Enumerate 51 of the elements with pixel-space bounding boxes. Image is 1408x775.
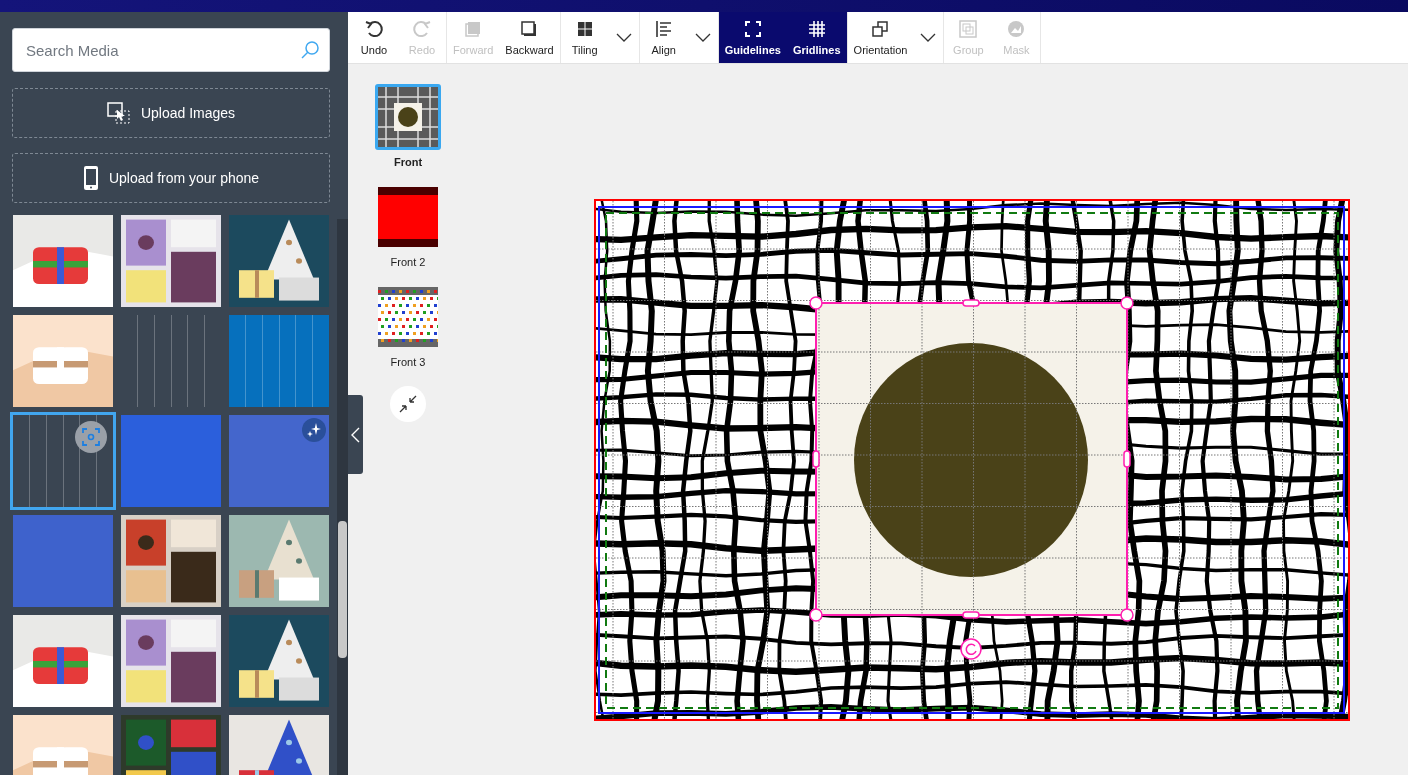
scan-button[interactable] — [75, 421, 107, 453]
resize-handle[interactable] — [812, 450, 820, 468]
resize-handle[interactable] — [962, 611, 980, 619]
resize-handle[interactable] — [1120, 296, 1134, 310]
collapse-panel-button[interactable] — [348, 395, 363, 474]
scan-icon — [82, 428, 100, 446]
resize-handle[interactable] — [1123, 450, 1131, 468]
sparkle-button[interactable] — [302, 418, 326, 442]
resize-handle[interactable] — [809, 608, 823, 622]
arrows-inward-icon — [398, 394, 418, 414]
page-thumbnail[interactable]: Front — [375, 84, 441, 168]
toolbar-button[interactable]: Guidelines — [718, 12, 787, 63]
undo-icon — [364, 19, 384, 39]
resize-handle[interactable] — [809, 296, 823, 310]
toolbar-button[interactable]: Gridlines — [786, 12, 847, 63]
grid-icon — [806, 19, 827, 39]
page-preview — [375, 84, 441, 150]
search-field[interactable]: Search Media — [12, 28, 330, 72]
toolbar-button[interactable]: Orientation — [847, 12, 914, 63]
image-upload-icon — [106, 102, 131, 124]
circle-shape[interactable] — [854, 343, 1088, 577]
media-tile[interactable] — [13, 515, 113, 607]
toolbar-button[interactable]: Align — [639, 12, 688, 63]
mask-icon — [1006, 19, 1027, 39]
redo-icon — [412, 19, 432, 39]
media-tile[interactable] — [121, 415, 221, 507]
phone-icon — [82, 165, 99, 191]
scrollbar-thumb[interactable] — [338, 521, 347, 658]
media-tile[interactable] — [229, 315, 329, 407]
page-thumbnail[interactable]: Front 2 — [375, 184, 441, 268]
toolbar-button[interactable]: Backward — [499, 12, 560, 63]
chevron-left-icon — [351, 426, 360, 443]
corners-icon — [742, 19, 763, 39]
group-icon — [958, 19, 979, 39]
page-preview — [375, 284, 441, 350]
sparkle-icon — [306, 422, 322, 438]
search-icon[interactable] — [300, 40, 320, 60]
resize-handle[interactable] — [1120, 608, 1134, 622]
page-preview — [375, 184, 441, 250]
selected-square-shape[interactable] — [815, 302, 1128, 616]
upload-button[interactable]: Upload from your phone — [12, 153, 330, 203]
align-left-icon — [653, 19, 674, 39]
upload-button[interactable]: Upload Images — [12, 88, 330, 138]
shrink-button[interactable] — [390, 386, 426, 422]
resize-handle[interactable] — [962, 299, 980, 307]
overlapping-squares-icon — [870, 19, 891, 39]
rotate-handle[interactable] — [960, 638, 982, 660]
toolbar-button[interactable]: Undo — [350, 12, 398, 63]
page-thumbnail[interactable]: Front 3 — [375, 284, 441, 368]
media-tile[interactable] — [229, 415, 329, 507]
toolbar-button[interactable]: Tiling — [560, 12, 609, 63]
